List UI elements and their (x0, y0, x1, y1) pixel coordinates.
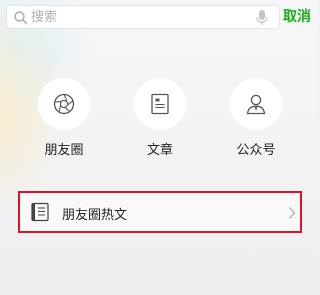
shortcut-articles[interactable]: 文章 (124, 78, 194, 158)
search-icon (13, 10, 29, 26)
person-icon (246, 94, 266, 115)
search-input[interactable] (31, 8, 251, 26)
shortcut-circle (230, 78, 282, 130)
shortcut-label: 文章 (146, 143, 173, 158)
shortcut-official-accounts[interactable]: 公众号 (220, 78, 290, 158)
microphone-icon[interactable] (255, 9, 269, 27)
search-box[interactable] (6, 5, 280, 29)
shortcut-label: 公众号 (236, 143, 276, 158)
shortcut-circle (134, 78, 186, 130)
shortcut-moments[interactable]: 朋友圈 (28, 78, 98, 158)
cancel-button[interactable]: 取消 (283, 5, 319, 29)
aperture-icon (53, 93, 75, 115)
shortcut-label: 朋友圈 (44, 143, 84, 158)
shortcut-circle (38, 78, 90, 130)
chevron-right-icon (288, 205, 296, 224)
document-icon (151, 93, 169, 115)
article-icon (30, 202, 50, 226)
moments-hot-articles-row[interactable]: 朋友圈热文 (18, 191, 302, 233)
search-bar: 取消 (0, 0, 319, 34)
row-label: 朋友圈热文 (62, 208, 128, 223)
